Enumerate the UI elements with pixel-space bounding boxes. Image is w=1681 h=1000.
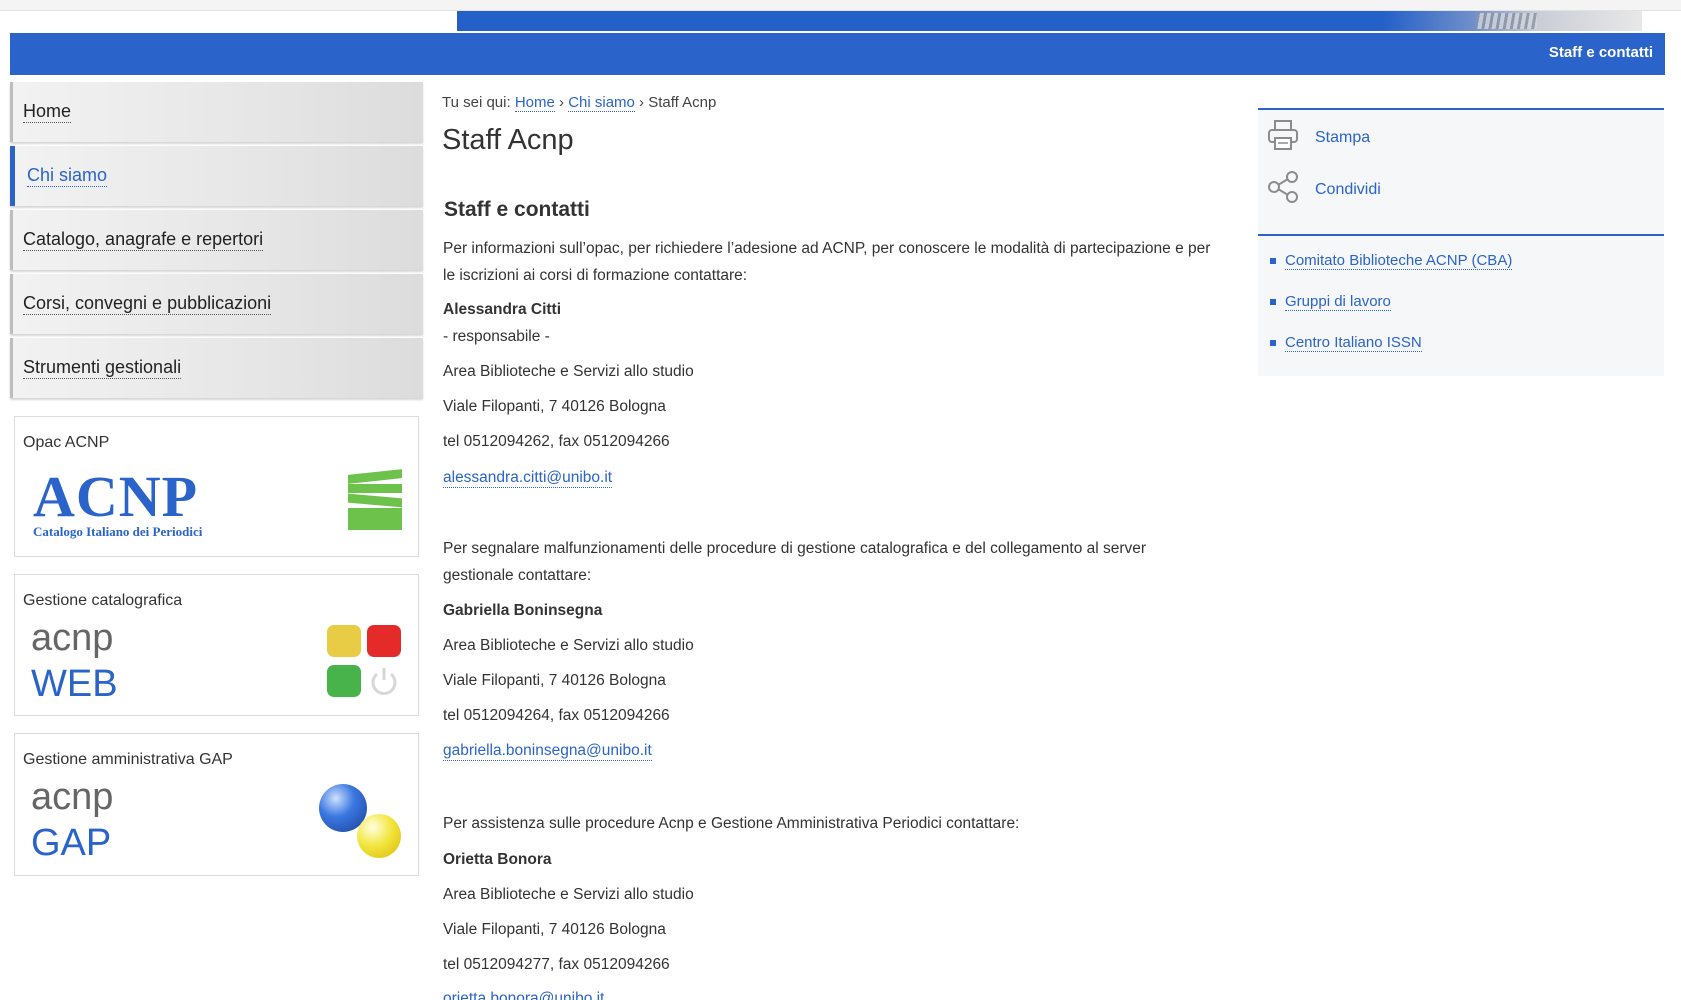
contact-area-2: Area Biblioteche e Servizi allo studio bbox=[443, 637, 694, 654]
acnp-web-banner[interactable]: Gestione catalografica acnp WEB bbox=[14, 574, 419, 716]
acnp-gap-word2: GAP bbox=[31, 822, 112, 864]
link-gruppi-lavoro[interactable]: Gruppi di lavoro bbox=[1270, 293, 1391, 311]
header-banner bbox=[457, 11, 1642, 31]
breadcrumb: Tu sei qui: Home › Chi siamo › Staff Acn… bbox=[442, 94, 717, 112]
opac-label: Opac ACNP bbox=[23, 434, 110, 451]
opac-acnp-banner[interactable]: Opac ACNP ACNP Catalogo Italiano dei Per… bbox=[14, 416, 419, 557]
banner-image bbox=[1382, 11, 1642, 31]
contact-role-1: - responsabile - bbox=[443, 328, 550, 345]
acnp-logo-text: ACNP bbox=[33, 464, 199, 529]
share-icon bbox=[1266, 170, 1300, 209]
contact-address-2: Viale Filopanti, 7 40126 Bologna bbox=[443, 672, 666, 689]
nav-item-label: Catalogo, anagrafe e repertori bbox=[23, 229, 264, 251]
link-comitato-cba[interactable]: Comitato Biblioteche ACNP (CBA) bbox=[1270, 252, 1513, 270]
section-bar-title: Staff e contatti bbox=[1548, 44, 1653, 61]
square-bullet-icon bbox=[1270, 299, 1276, 305]
nav-item-label: Home bbox=[23, 101, 72, 123]
contact-phone-2: tel 0512094264, fax 0512094266 bbox=[443, 707, 670, 724]
acnp-gap-banner[interactable]: Gestione amministrativa GAP acnp GAP bbox=[14, 733, 419, 876]
contact-phone-3: tel 0512094277, fax 0512094266 bbox=[443, 956, 670, 973]
nav-item-label: Corsi, convegni e pubblicazioni bbox=[23, 293, 272, 315]
books-stack-icon bbox=[348, 469, 402, 533]
breadcrumb-current: Staff Acnp bbox=[648, 94, 717, 111]
acnp-gap-word1: acnp bbox=[31, 776, 114, 818]
catalog-label: Gestione catalografica bbox=[23, 592, 183, 609]
contact-address-1: Viale Filopanti, 7 40126 Bologna bbox=[443, 398, 666, 415]
red-square-icon bbox=[367, 625, 401, 657]
breadcrumb-home-link[interactable]: Home bbox=[514, 94, 555, 112]
link-label: Comitato Biblioteche ACNP (CBA) bbox=[1285, 252, 1513, 270]
left-navigation: Home Chi siamo Catalogo, anagrafe e repe… bbox=[10, 82, 423, 402]
share-label: Condividi bbox=[1315, 180, 1381, 198]
print-button[interactable]: Stampa bbox=[1266, 118, 1370, 157]
contact-email-3[interactable]: orietta.bonora@unibo.it bbox=[443, 990, 604, 1000]
section-title: Staff e contatti bbox=[444, 198, 590, 221]
square-bullet-icon bbox=[1270, 258, 1276, 264]
gap-label: Gestione amministrativa GAP bbox=[23, 751, 233, 768]
share-button[interactable]: Condividi bbox=[1266, 170, 1381, 209]
print-label: Stampa bbox=[1315, 128, 1371, 146]
contact-email-1[interactable]: alessandra.citti@unibo.it bbox=[443, 469, 613, 488]
yellow-square-icon bbox=[327, 625, 361, 657]
breadcrumb-separator: › bbox=[559, 94, 565, 111]
acnp-web-word1: acnp bbox=[31, 617, 114, 659]
yellow-sphere-icon bbox=[357, 814, 401, 858]
contact-intro-3: Per assistenza sulle procedure Acnp e Ge… bbox=[443, 815, 1020, 832]
breadcrumb-separator: › bbox=[639, 94, 645, 111]
breadcrumb-prefix: Tu sei qui: bbox=[442, 94, 511, 111]
breadcrumb-chi-siamo-link[interactable]: Chi siamo bbox=[568, 94, 635, 112]
acnp-logo-subtitle: Catalogo Italiano dei Periodici bbox=[33, 524, 203, 539]
top-strip bbox=[0, 0, 1681, 11]
contact-phone-1: tel 0512094262, fax 0512094266 bbox=[443, 433, 670, 450]
contact-name-2: Gabriella Boninsegna bbox=[443, 602, 603, 619]
green-square-icon bbox=[327, 665, 361, 697]
nav-item-catalogo[interactable]: Catalogo, anagrafe e repertori bbox=[10, 210, 423, 270]
right-sidebar: Stampa Condividi Comitato Biblioteche AC… bbox=[1258, 108, 1664, 376]
contact-intro-2: Per segnalare malfunzionamenti delle pro… bbox=[443, 540, 1147, 584]
nav-item-chi-siamo[interactable]: Chi siamo bbox=[10, 146, 423, 206]
contact-intro-1: Per informazioni sull’opac, per richiede… bbox=[443, 240, 1211, 284]
nav-item-label: Chi siamo bbox=[27, 165, 108, 187]
contact-email-2[interactable]: gabriella.boninsegna@unibo.it bbox=[443, 742, 652, 761]
link-centro-issn[interactable]: Centro Italiano ISSN bbox=[1270, 334, 1422, 352]
power-icon bbox=[367, 665, 401, 697]
acnp-web-word2: WEB bbox=[31, 663, 118, 705]
square-bullet-icon bbox=[1270, 340, 1276, 346]
section-bar: Staff e contatti bbox=[10, 33, 1665, 75]
contact-address-3: Viale Filopanti, 7 40126 Bologna bbox=[443, 921, 666, 938]
contact-area-1: Area Biblioteche e Servizi allo studio bbox=[443, 363, 694, 380]
contact-area-3: Area Biblioteche e Servizi allo studio bbox=[443, 886, 694, 903]
nav-item-label: Strumenti gestionali bbox=[23, 357, 182, 379]
divider bbox=[1258, 234, 1664, 236]
link-label: Gruppi di lavoro bbox=[1285, 293, 1391, 311]
divider bbox=[1258, 108, 1664, 110]
nav-item-home[interactable]: Home bbox=[10, 82, 423, 142]
page-title: Staff Acnp bbox=[442, 124, 574, 156]
link-label: Centro Italiano ISSN bbox=[1285, 334, 1422, 352]
nav-item-corsi[interactable]: Corsi, convegni e pubblicazioni bbox=[10, 274, 423, 334]
contact-name-1: Alessandra Citti bbox=[443, 301, 562, 318]
contact-name-3: Orietta Bonora bbox=[443, 851, 552, 868]
printer-icon bbox=[1266, 118, 1300, 157]
nav-item-strumenti[interactable]: Strumenti gestionali bbox=[10, 338, 423, 398]
